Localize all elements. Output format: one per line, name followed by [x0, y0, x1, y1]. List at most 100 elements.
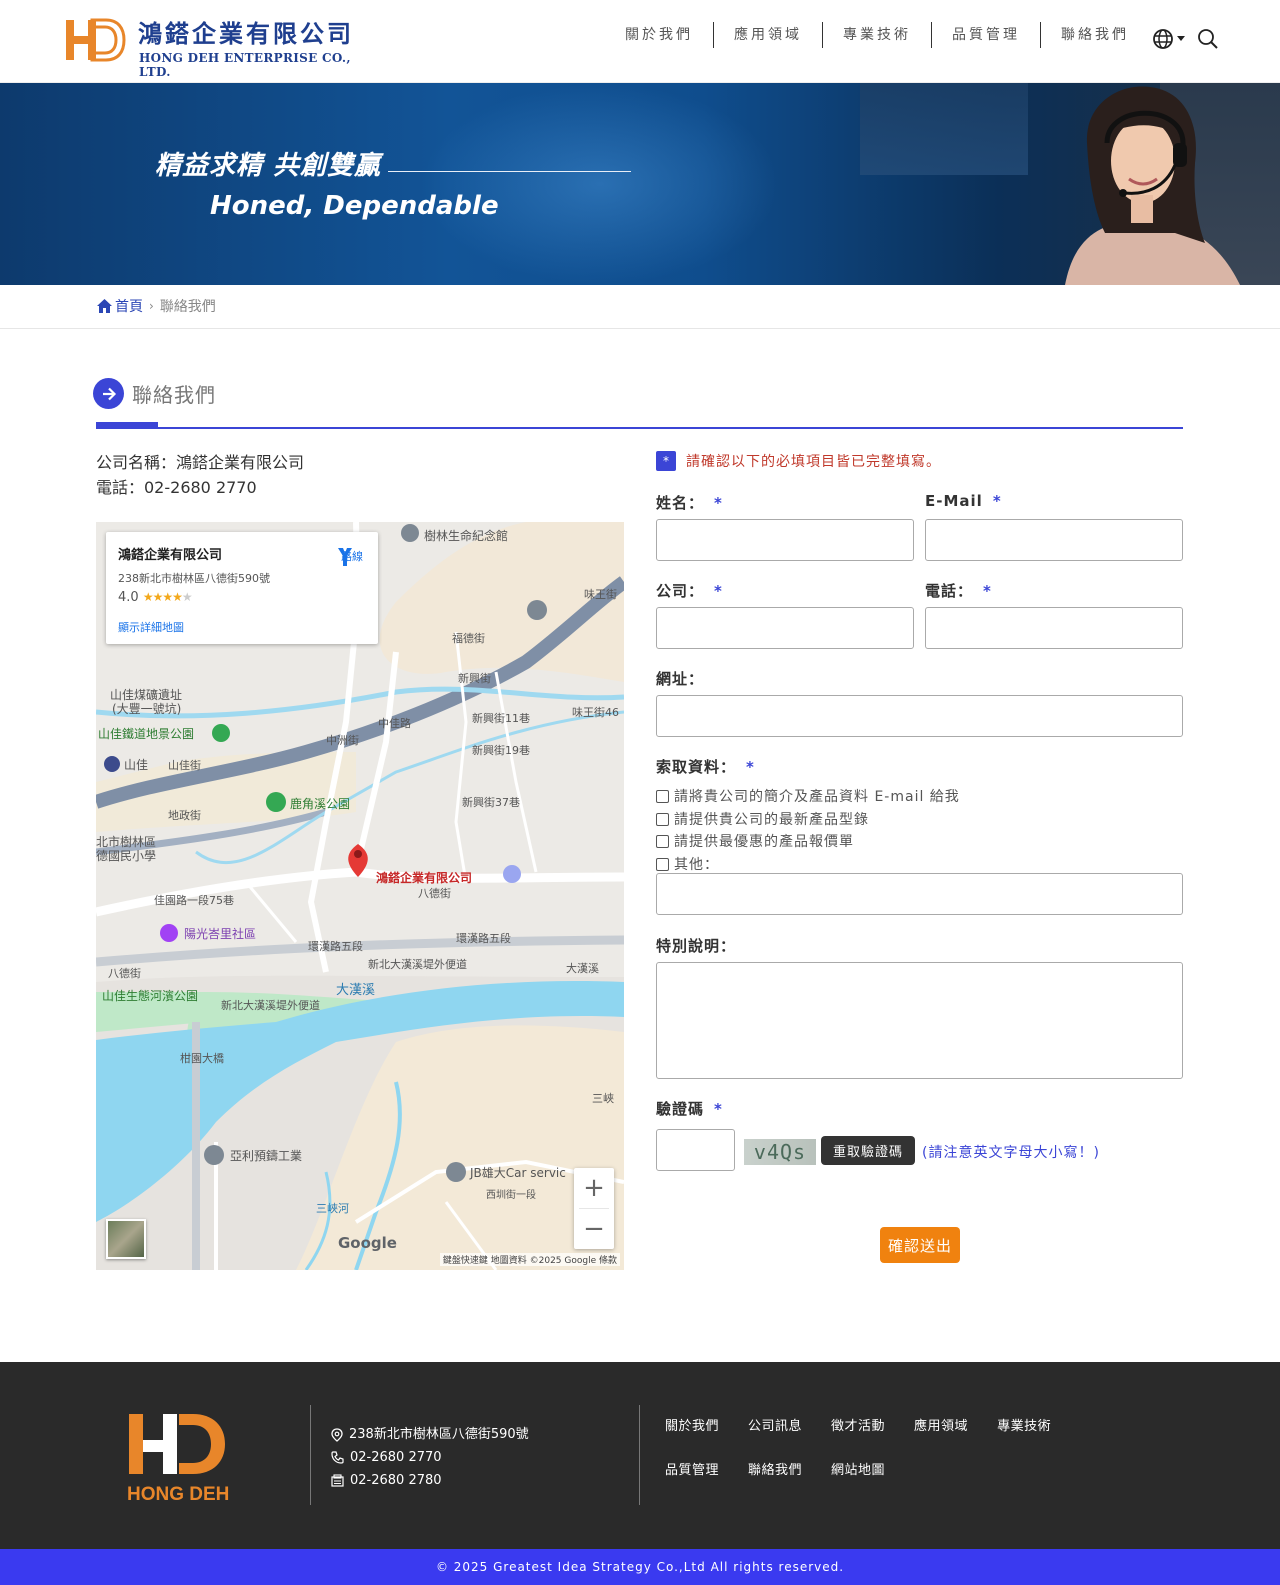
banner-slogan-chinese: 精益求精 共創雙贏 — [155, 151, 382, 181]
google-map[interactable]: 鴻鎝企業有限公司 樹林生命紀念館 山佳煤礦遺址 (大豐一號坑) 山佳鐵道地景公園… — [96, 522, 624, 1270]
breadcrumb-chevron-icon: › — [149, 299, 154, 313]
directions-icon — [338, 548, 352, 566]
language-globe-icon[interactable] — [1152, 27, 1190, 51]
name-input[interactable] — [656, 519, 914, 561]
copyright-bar: © 2025 Greatest Idea Strategy Co.,Ltd Al… — [0, 1549, 1280, 1585]
location-pin-icon — [331, 1427, 343, 1442]
website-input[interactable] — [656, 695, 1183, 737]
satellite-toggle-thumbnail[interactable] — [106, 1219, 146, 1259]
required-mark: * — [746, 758, 755, 776]
request-option-catalog[interactable]: 請提供貴公司的最新產品型錄 — [656, 809, 869, 829]
zoom-in-button[interactable]: + — [574, 1168, 614, 1208]
email-label-text: E-Mail — [925, 492, 983, 510]
captcha-refresh-button[interactable]: 重取驗證碼 — [821, 1136, 916, 1165]
footer-phone[interactable]: 02-2680 2770 — [350, 1446, 442, 1469]
phone-icon — [331, 1451, 344, 1464]
footer-divider — [310, 1405, 311, 1505]
footer-link-news[interactable]: 公司訊息 — [748, 1416, 802, 1460]
nav-applications[interactable]: 應用領域 — [714, 22, 823, 48]
map-label: 味王街46 — [572, 705, 619, 719]
checkbox[interactable] — [656, 789, 669, 803]
company-input[interactable] — [656, 607, 914, 649]
map-label: 新興街37巷 — [462, 795, 520, 809]
nav-about[interactable]: 關於我們 — [605, 22, 714, 48]
map-label: 山佳街 — [168, 758, 201, 772]
map-label: 環漢路五段 — [456, 931, 511, 945]
request-label: 索取資料： * — [656, 756, 755, 777]
footer-link-contact[interactable]: 聯絡我們 — [748, 1460, 802, 1504]
map-zoom-controls: + − — [574, 1168, 614, 1249]
banner-divider — [388, 171, 631, 172]
notes-textarea[interactable] — [656, 962, 1183, 1079]
nav-quality[interactable]: 品質管理 — [932, 22, 1041, 48]
footer-link-careers[interactable]: 徵才活動 — [831, 1416, 885, 1460]
footer-link-about[interactable]: 關於我們 — [665, 1416, 719, 1460]
request-option-quote[interactable]: 請提供最優惠的產品報價單 — [656, 831, 854, 851]
nav-technology[interactable]: 專業技術 — [823, 22, 932, 48]
map-label: 柑園大橋 — [180, 1051, 224, 1065]
company-label-text: 公司： — [656, 582, 705, 600]
footer-phone-row: 02-2680 2770 — [331, 1446, 529, 1469]
nav-contact[interactable]: 聯絡我們 — [1041, 22, 1149, 48]
footer-fax: 02-2680 2780 — [350, 1473, 442, 1488]
footer-link-technology[interactable]: 專業技術 — [997, 1416, 1051, 1460]
map-marker-label[interactable]: 鴻鎝企業有限公司 — [376, 870, 472, 885]
map-label: 環漢路五段 — [308, 939, 363, 953]
map-directions-button[interactable]: 路線 — [334, 546, 370, 566]
map-place-rating: 4.0 ★★★★★ — [118, 590, 193, 605]
checkbox[interactable] — [656, 834, 669, 848]
site-logo[interactable]: 鴻鎝企業有限公司 HONG DEH ENTERPRISE CO., LTD. — [62, 14, 372, 79]
submit-button[interactable]: 確認送出 — [880, 1227, 960, 1263]
notes-label: 特別說明： — [656, 937, 737, 955]
map-attribution[interactable]: 鍵盤快速鍵 地圖資料 ©2025 Google 條款 — [439, 1253, 620, 1266]
banner-glow — [420, 83, 780, 285]
map-label: (大豐一號坑) — [112, 701, 181, 716]
phone-input[interactable] — [925, 607, 1183, 649]
request-option-label: 其他： — [674, 857, 719, 873]
footer-link-sitemap[interactable]: 網站地圖 — [831, 1460, 885, 1504]
breadcrumb-current: 聯絡我們 — [159, 299, 216, 315]
checkbox[interactable] — [656, 857, 669, 871]
footer-link-quality[interactable]: 品質管理 — [665, 1460, 719, 1504]
captcha-image: v4Qs — [744, 1139, 816, 1165]
required-mark: * — [714, 582, 723, 600]
map-label: 佳園路一段75巷 — [154, 893, 234, 907]
fax-icon — [331, 1474, 344, 1487]
map-label: 味王街 — [584, 587, 617, 601]
map-label: 山佳煤礦遺址 — [110, 687, 182, 702]
email-input[interactable] — [925, 519, 1183, 561]
map-label: 中佳路 — [378, 716, 411, 730]
map-label: 大漢溪 — [566, 961, 599, 975]
home-icon[interactable] — [97, 299, 112, 313]
map-label: JB雄大Car servic — [469, 1165, 566, 1180]
map-place-card: 鴻鎝企業有限公司 238新北市樹林區八德街590號 4.0 ★★★★★ 顯示詳細… — [106, 532, 378, 644]
other-request-input[interactable] — [656, 873, 1183, 915]
request-option-intro[interactable]: 請將貴公司的簡介及產品資料 E-mail 給我 — [656, 786, 960, 806]
map-place-title: 鴻鎝企業有限公司 — [118, 548, 223, 563]
search-icon[interactable] — [1196, 27, 1220, 51]
map-label: 山佳 — [124, 758, 148, 772]
footer-address: 238新北市樹林區八德街590號 — [349, 1427, 529, 1442]
banner-slogan-english: Honed, Dependable — [210, 191, 499, 221]
hd-logo-icon — [66, 18, 126, 62]
request-label-text: 索取資料： — [656, 758, 737, 776]
footer-logo-text: HONG DEH — [127, 1484, 229, 1505]
footer-link-applications[interactable]: 應用領域 — [914, 1416, 968, 1460]
map-label: 八德街 — [418, 886, 451, 900]
required-asterisk-icon: * — [656, 451, 676, 471]
map-label: 大漢溪 — [336, 983, 375, 998]
footer-logo[interactable]: HONG DEH — [127, 1410, 229, 1505]
map-details-link[interactable]: 顯示詳細地圖 — [118, 619, 184, 635]
zoom-out-button[interactable]: − — [574, 1209, 614, 1249]
request-option-other[interactable]: 其他： — [656, 854, 719, 874]
logo-english-name: HONG DEH ENTERPRISE CO., LTD. — [139, 51, 351, 79]
breadcrumb-home-link[interactable]: 首頁 — [115, 296, 143, 316]
map-label: 三峽河 — [316, 1202, 349, 1215]
phone-label: 電話： * — [925, 580, 992, 601]
breadcrumb-inner: 首頁 › 聯絡我們 — [97, 296, 216, 316]
name-label-text: 姓名： — [656, 494, 705, 512]
checkbox[interactable] — [656, 812, 669, 826]
captcha-input[interactable] — [656, 1129, 735, 1171]
main-nav: 關於我們 應用領域 專業技術 品質管理 聯絡我們 — [605, 22, 1149, 48]
map-label: 亞利預鑄工業 — [230, 1148, 302, 1163]
